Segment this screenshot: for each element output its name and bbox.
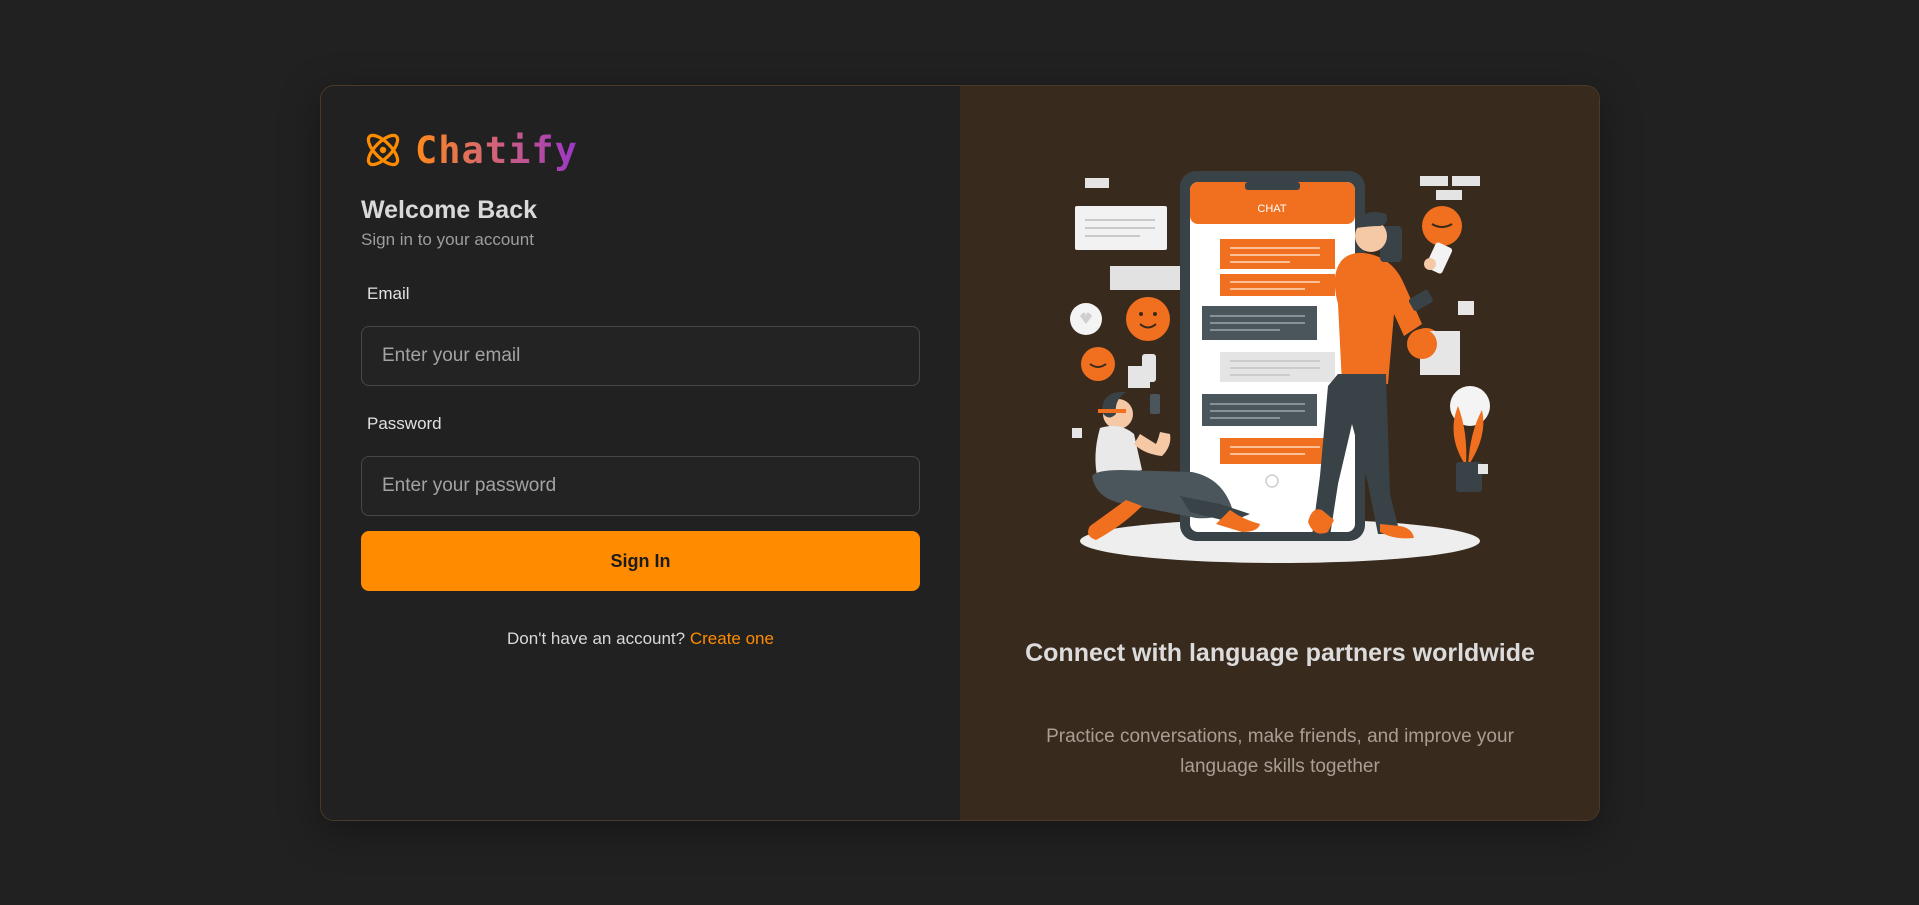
page-subtitle: Sign in to your account xyxy=(361,230,534,249)
atom-icon xyxy=(366,133,400,167)
password-field[interactable] xyxy=(361,456,920,516)
signup-prompt-text: Don't have an account? xyxy=(507,629,686,648)
password-label: Password xyxy=(367,414,442,433)
email-field[interactable] xyxy=(361,326,920,386)
login-card: Chatify Welcome Back Sign in to your acc… xyxy=(320,85,1600,821)
promo-title: Connect with language partners worldwide xyxy=(1025,639,1535,667)
email-label: Email xyxy=(367,284,410,303)
promo-panel: CHAT Connect with language partners worl… xyxy=(960,86,1599,820)
page-title: Welcome Back xyxy=(361,196,538,224)
phone-chat-header: CHAT xyxy=(1257,203,1286,215)
create-account-link[interactable]: Create one xyxy=(690,629,774,648)
promo-description: Practice conversations, make friends, an… xyxy=(1046,726,1514,777)
brand-name: Chatify xyxy=(415,128,578,172)
signup-prompt: Don't have an account? Create one xyxy=(361,629,920,649)
chat-app-people-illustration: CHAT xyxy=(1070,171,1490,563)
login-panel: Chatify Welcome Back Sign in to your acc… xyxy=(321,86,960,820)
sign-in-button[interactable]: Sign In xyxy=(361,531,920,591)
brand-logo: Chatify xyxy=(361,128,578,172)
